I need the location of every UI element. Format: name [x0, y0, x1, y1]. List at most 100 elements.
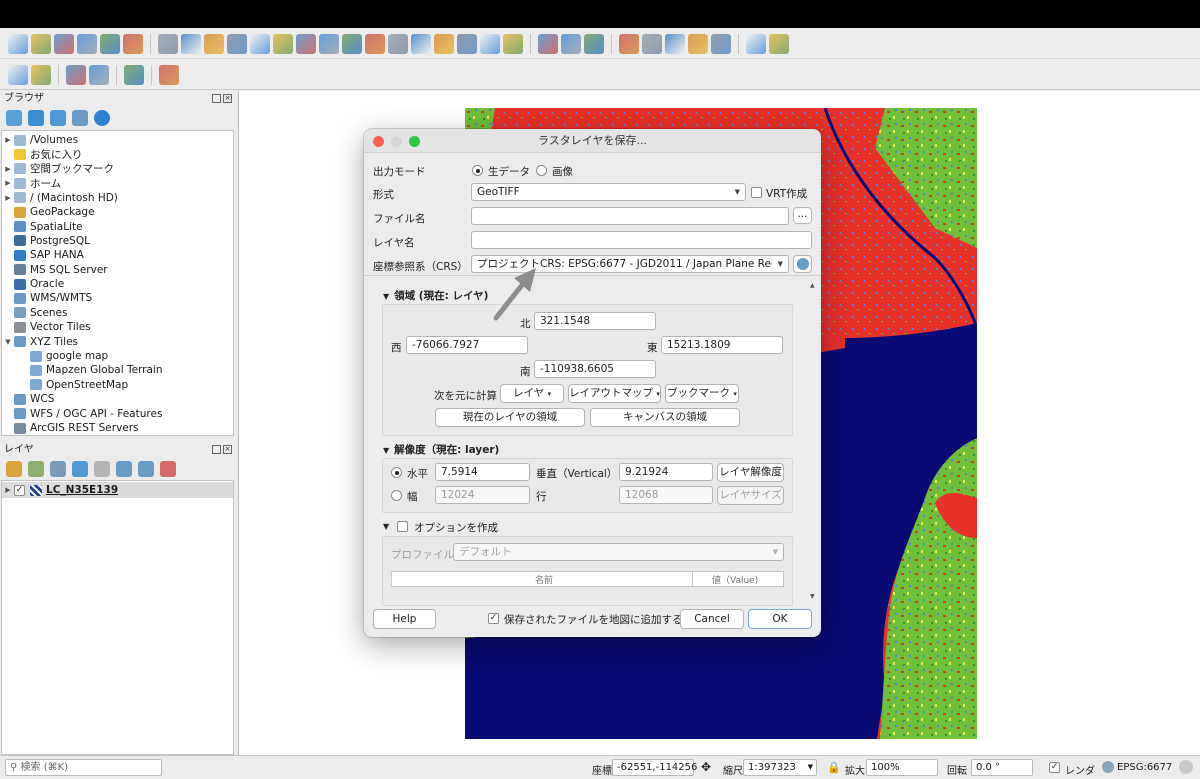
style-manager-icon[interactable]	[123, 33, 143, 54]
browser-item[interactable]: WCS	[2, 392, 233, 406]
magnifier-field[interactable]: 100%	[866, 759, 938, 776]
browser-item[interactable]: OpenStreetMap	[2, 378, 233, 392]
close-icon[interactable]: ×	[223, 94, 232, 103]
refresh-icon[interactable]	[503, 33, 523, 54]
edit-icon[interactable]	[89, 64, 109, 85]
browser-item[interactable]: PostgreSQL	[2, 234, 233, 248]
browse-button[interactable]: ...	[793, 207, 812, 224]
browser-item[interactable]: Oracle	[2, 277, 233, 291]
browser-item[interactable]: Scenes	[2, 306, 233, 320]
refresh-icon[interactable]	[28, 110, 44, 126]
new-map-view-icon[interactable]	[388, 33, 408, 54]
layername-input[interactable]	[471, 231, 812, 249]
current-layer-extent-button[interactable]: 現在のレイヤの領域	[435, 408, 585, 427]
remove-layer-icon[interactable]	[160, 461, 176, 477]
browser-item[interactable]: WMS/WMTS	[2, 291, 233, 305]
browser-item[interactable]: Vector Tiles	[2, 320, 233, 334]
render-checkbox[interactable]: ✓	[1049, 762, 1060, 773]
filter-icon[interactable]	[50, 110, 66, 126]
manage-map-themes-icon[interactable]	[50, 461, 66, 477]
zoom-out-icon[interactable]	[227, 33, 247, 54]
open-attribute-table-icon[interactable]	[584, 33, 604, 54]
expand-arrow-icon[interactable]: ▶	[2, 165, 14, 173]
measure-icon[interactable]	[711, 33, 731, 54]
deselect-icon[interactable]	[561, 33, 581, 54]
float-icon[interactable]	[212, 445, 221, 454]
save-as-icon[interactable]	[77, 33, 97, 54]
toggle-extents-icon[interactable]: ✥	[701, 760, 711, 774]
browser-item[interactable]: お気に入り	[2, 147, 233, 161]
lock-icon[interactable]: 🔒	[827, 761, 841, 774]
browser-item[interactable]: SpatiaLite	[2, 219, 233, 233]
horizontal-input[interactable]: 7.5914	[435, 463, 530, 481]
mode-image-label[interactable]: 画像	[552, 164, 573, 179]
zoom-to-layer-icon[interactable]	[296, 33, 316, 54]
zoom-next-icon[interactable]	[365, 33, 385, 54]
add-icon[interactable]	[6, 110, 22, 126]
show-bookmarks-icon[interactable]	[457, 33, 477, 54]
ok-button[interactable]: OK	[748, 609, 812, 629]
attribute-table-icon[interactable]	[688, 33, 708, 54]
browser-item[interactable]: ▶ 空間ブックマーク	[2, 162, 233, 176]
filter-expression-icon[interactable]	[94, 461, 110, 477]
digitize-icon[interactable]	[66, 64, 86, 85]
save-project-icon[interactable]	[54, 33, 74, 54]
pan-icon[interactable]	[158, 33, 178, 54]
close-icon[interactable]: ×	[223, 445, 232, 454]
vertical-scrollbar[interactable]: ▲ ▼	[810, 282, 817, 600]
mode-raw-radio[interactable]	[472, 165, 483, 176]
identify-icon[interactable]	[619, 33, 639, 54]
browser-item[interactable]: google map	[2, 349, 233, 363]
resolution-section-header[interactable]: ▼ 解像度（現在: layer)	[383, 442, 499, 457]
filename-input[interactable]	[471, 207, 789, 225]
zoom-in-icon[interactable]	[204, 33, 224, 54]
creation-options-checkbox[interactable]	[397, 521, 408, 532]
statistics-icon[interactable]	[665, 33, 685, 54]
layer-visibility-checkbox[interactable]: ✓	[14, 484, 25, 496]
browser-item[interactable]: ▶ /Volumes	[2, 133, 233, 147]
expand-arrow-icon[interactable]: ▶	[2, 179, 14, 187]
add-group-icon[interactable]	[28, 461, 44, 477]
messages-icon[interactable]	[1179, 760, 1193, 774]
print-layout-icon[interactable]	[100, 33, 120, 54]
profile-select[interactable]: デフォルト ▼	[453, 543, 784, 561]
locator-search-input[interactable]: ⚲ 検索 (⌘K)	[5, 759, 162, 776]
browser-item[interactable]: ▶ ホーム	[2, 176, 233, 190]
info-icon[interactable]	[94, 110, 110, 126]
zoom-native-icon[interactable]	[319, 33, 339, 54]
new-bookmark-icon[interactable]	[434, 33, 454, 54]
crs-selector-button[interactable]	[793, 255, 812, 273]
layer-item[interactable]: ▶ ✓ LC_N35E139	[2, 482, 233, 498]
expand-all-icon[interactable]	[116, 461, 132, 477]
vertical-input[interactable]: 9.21924	[619, 463, 713, 481]
expand-arrow-icon[interactable]: ▶	[2, 194, 14, 202]
float-icon[interactable]	[212, 94, 221, 103]
calc-layer-button[interactable]: レイヤ ▾	[500, 384, 564, 403]
style-icon[interactable]	[6, 461, 22, 477]
new-project-icon[interactable]	[8, 33, 28, 54]
locator-icon[interactable]	[769, 33, 789, 54]
vrt-checkbox[interactable]	[751, 187, 762, 198]
collapse-all-icon[interactable]	[138, 461, 154, 477]
annotation-icon[interactable]	[746, 33, 766, 54]
close-window-icon[interactable]	[373, 136, 384, 147]
east-input[interactable]: 15213.1809	[661, 336, 783, 354]
new-geopackage-layer-icon[interactable]	[31, 64, 51, 85]
python-icon[interactable]	[124, 64, 144, 85]
rows-input[interactable]: 12068	[619, 486, 713, 504]
help-icon[interactable]	[159, 64, 179, 85]
extent-section-header[interactable]: ▼ 領域 (現在: レイヤ)	[383, 288, 488, 303]
browser-item[interactable]: ▶ / (Macintosh HD)	[2, 191, 233, 205]
south-input[interactable]: -110938.6605	[534, 360, 656, 378]
zoom-window-icon[interactable]	[409, 136, 420, 147]
zoom-full-icon[interactable]	[250, 33, 270, 54]
canvas-extent-button[interactable]: キャンバスの領域	[590, 408, 740, 427]
browser-item[interactable]: GeoPackage	[2, 205, 233, 219]
expand-arrow-icon[interactable]: ▶	[2, 486, 14, 494]
open-project-icon[interactable]	[31, 33, 51, 54]
project-crs-button[interactable]: EPSG:6677	[1117, 762, 1172, 773]
temporal-icon[interactable]	[480, 33, 500, 54]
dialog-titlebar[interactable]: ラスタレイヤを保存...	[364, 129, 821, 153]
format-select[interactable]: GeoTIFF ▼	[471, 183, 746, 201]
calc-layout-map-button[interactable]: レイアウトマップ ▾	[568, 384, 661, 403]
